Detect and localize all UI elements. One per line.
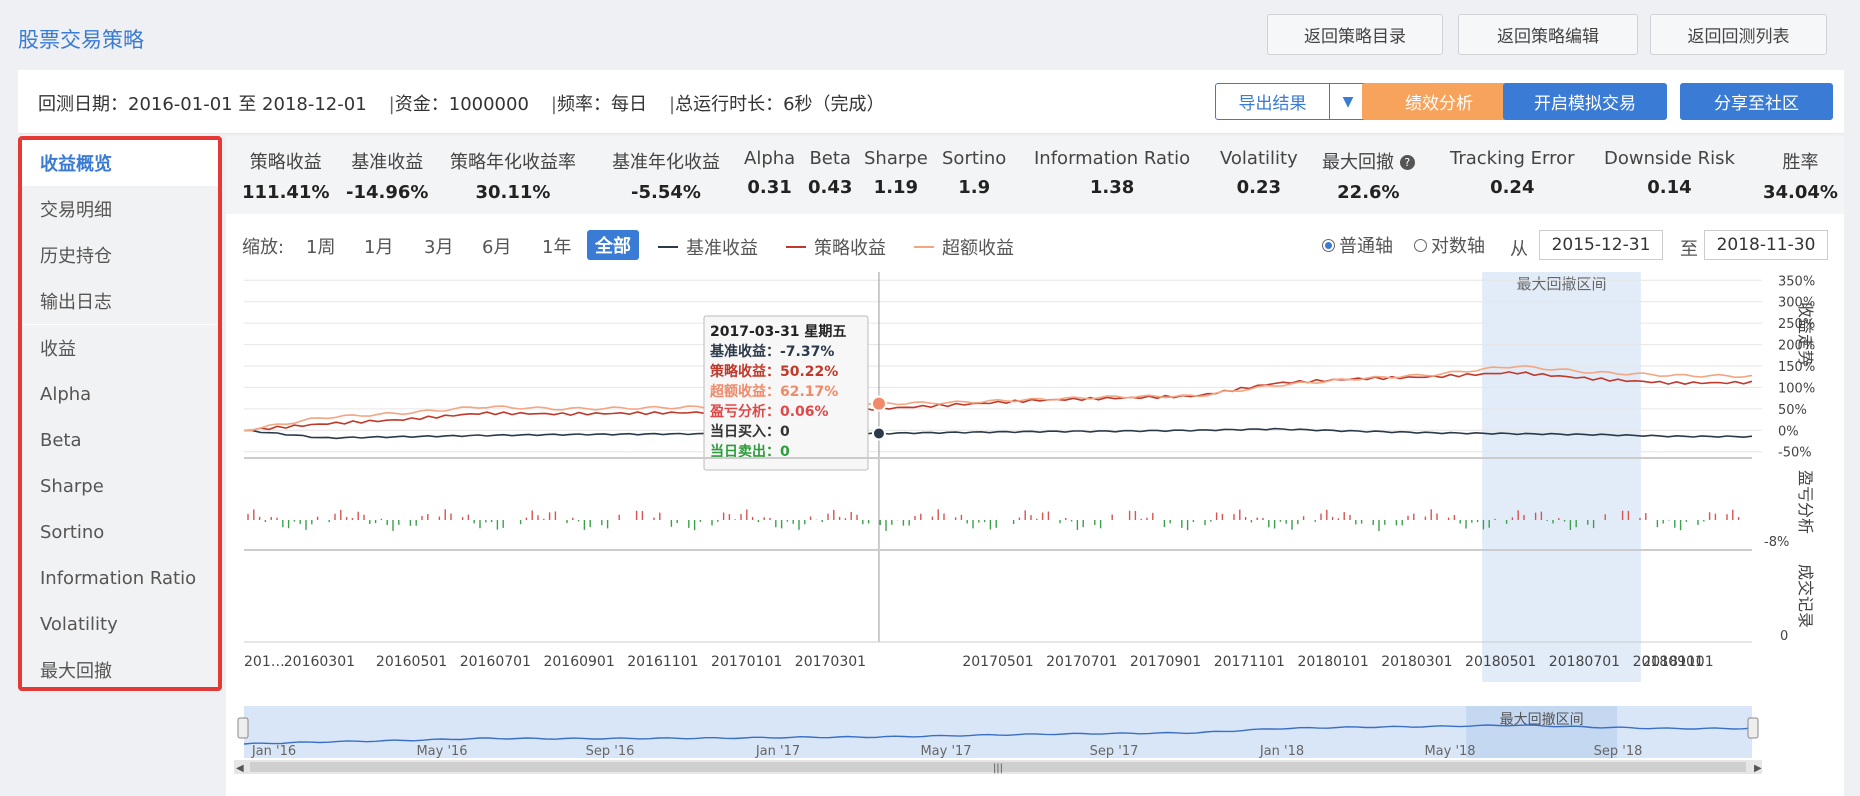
- x-tick-label: 20160501: [376, 654, 447, 670]
- drawdown-band: [1482, 272, 1641, 682]
- sidebar-item-volatility[interactable]: Volatility: [22, 601, 218, 647]
- tooltip-date: 2017-03-31 星期五: [710, 324, 846, 340]
- tooltip-benchmark: 基准收益：-7.37%: [710, 343, 834, 360]
- navigator-tick-label: Sep '17: [1090, 744, 1139, 759]
- scrollbar-grip-icon: |||: [993, 763, 1003, 774]
- sidebar-item-logs[interactable]: 输出日志: [22, 278, 218, 324]
- scroll-right-arrow-icon: ▶: [1754, 763, 1762, 774]
- hover-point-benchmark: [871, 426, 886, 441]
- navigator-right-handle: [1747, 717, 1759, 739]
- x-tick-label: 20170701: [1046, 654, 1117, 670]
- export-results-label[interactable]: 导出结果: [1216, 84, 1330, 119]
- app-root: 股票交易策略 返回策略目录 返回策略编辑 返回回测列表 回测日期：2016-01…: [0, 0, 1860, 796]
- backtest-info: 回测日期：2016-01-01 至 2018-12-01 |资金：1000000 |…: [38, 90, 885, 116]
- app-title[interactable]: 股票交易策略: [18, 24, 144, 54]
- y-tick-label: 0%: [1778, 424, 1799, 439]
- x-tick-label: 20180301: [1381, 654, 1452, 670]
- tooltip-pnl: 盈亏分析：0.06%: [709, 403, 829, 420]
- pnl-axis-label: -8%: [1764, 535, 1789, 550]
- trade-axis-label: 0: [1780, 629, 1788, 644]
- x-tick-label: 20170101: [711, 654, 782, 670]
- sidebar-item-sharpe[interactable]: Sharpe: [22, 463, 218, 509]
- tooltip-buy: 当日买入：0: [710, 423, 790, 440]
- frequency: 频率：每日: [557, 94, 647, 115]
- runtime: 总运行时长：6秒（完成）: [675, 94, 885, 115]
- navigator-left-handle: [237, 717, 249, 739]
- tooltip-strategy: 策略收益：50.22%: [709, 363, 838, 380]
- performance-analysis-button[interactable]: 绩效分析: [1362, 83, 1516, 120]
- sidebar-item-information-ratio[interactable]: Information Ratio: [22, 555, 218, 601]
- y-tick-label: 100%: [1778, 381, 1815, 396]
- x-tick-label: 20170501: [962, 654, 1033, 670]
- back-to-backtest-list-button[interactable]: 返回回测列表: [1650, 14, 1827, 55]
- scroll-left-arrow-icon: ◀: [236, 763, 244, 774]
- hover-point-excess: [870, 395, 887, 412]
- axis-title-trades: 成交记录: [1796, 564, 1815, 628]
- navigator-tick-label: Jan '16: [251, 744, 296, 759]
- x-tick-label: 20180101: [1297, 654, 1368, 670]
- export-results-button[interactable]: 导出结果 ▼: [1215, 83, 1367, 120]
- x-tick-label: 20171101: [1214, 654, 1285, 670]
- sidebar-item-returns[interactable]: 收益: [22, 325, 218, 371]
- back-to-strategy-list-button[interactable]: 返回策略目录: [1267, 14, 1443, 55]
- navigator-tick-label: Jan '18: [1259, 744, 1304, 759]
- returns-chart[interactable]: 最大回撤区间 350%300%250%200%150%100%50%0%-50%收…: [226, 136, 1844, 796]
- x-tick-label: 20160301: [284, 654, 355, 670]
- main-panel: 策略收益 111.41% 基准收益 -14.96% 策略年化收益率 30.11% 基准…: [226, 136, 1844, 796]
- navigator-tick-label: Jan '17: [755, 744, 800, 759]
- x-tick-label: 20170301: [795, 654, 866, 670]
- navigator-tick-label: May '16: [416, 744, 467, 759]
- navigator-tick-label: May '17: [920, 744, 971, 759]
- y-tick-label: -50%: [1778, 446, 1812, 461]
- navigator-tick-label: Sep '18: [1594, 744, 1643, 759]
- backtest-info-bar: 回测日期：2016-01-01 至 2018-12-01 |资金：1000000 |…: [18, 70, 1844, 134]
- sidebar-item-alpha[interactable]: Alpha: [22, 371, 218, 417]
- axis-title-returns: 收益走势: [1796, 302, 1815, 366]
- tooltip-excess: 超额收益：62.17%: [709, 383, 838, 400]
- x-tick-label: 20180501: [1465, 654, 1536, 670]
- caret-down-icon[interactable]: ▼: [1330, 84, 1366, 119]
- x-tick-label: 20180701: [1549, 654, 1620, 670]
- sidebar-item-return-overview[interactable]: 收益概览: [22, 140, 218, 186]
- navigator-tick-label: Sep '16: [586, 744, 635, 759]
- sidebar-item-sortino[interactable]: Sortino: [22, 509, 218, 555]
- date-range: 回测日期：2016-01-01 至 2018-12-01: [38, 94, 367, 115]
- capital: 资金：1000000: [394, 94, 529, 115]
- x-tick-label: 20170901: [1130, 654, 1201, 670]
- sidebar-item-holdings[interactable]: 历史持仓: [22, 232, 218, 278]
- start-simulation-button[interactable]: 开启模拟交易: [1503, 83, 1667, 120]
- sidebar-item-beta[interactable]: Beta: [22, 417, 218, 463]
- y-tick-label: 350%: [1778, 274, 1815, 289]
- back-to-strategy-edit-button[interactable]: 返回策略编辑: [1458, 14, 1638, 55]
- x-tick-label: 20161101: [627, 654, 698, 670]
- sidebar-item-max-drawdown[interactable]: 最大回撤: [22, 647, 218, 693]
- x-tick-label: 20160901: [543, 654, 614, 670]
- x-tick-label: 20181101: [1642, 654, 1713, 670]
- y-tick-label: 50%: [1778, 403, 1807, 418]
- share-to-community-button[interactable]: 分享至社区: [1680, 83, 1833, 120]
- sidebar-item-trade-details[interactable]: 交易明细: [22, 186, 218, 232]
- x-tick-label: 20160701: [460, 654, 531, 670]
- navigator-tick-label: May '18: [1424, 744, 1475, 759]
- sidebar: 收益概览 交易明细 历史持仓 输出日志 收益 Alpha Beta Sharpe…: [18, 136, 222, 691]
- axis-title-pnl: 盈亏分析: [1796, 470, 1815, 534]
- x-tick-label: 201…: [244, 654, 285, 670]
- drawdown-label: 最大回撤区间: [1517, 275, 1607, 293]
